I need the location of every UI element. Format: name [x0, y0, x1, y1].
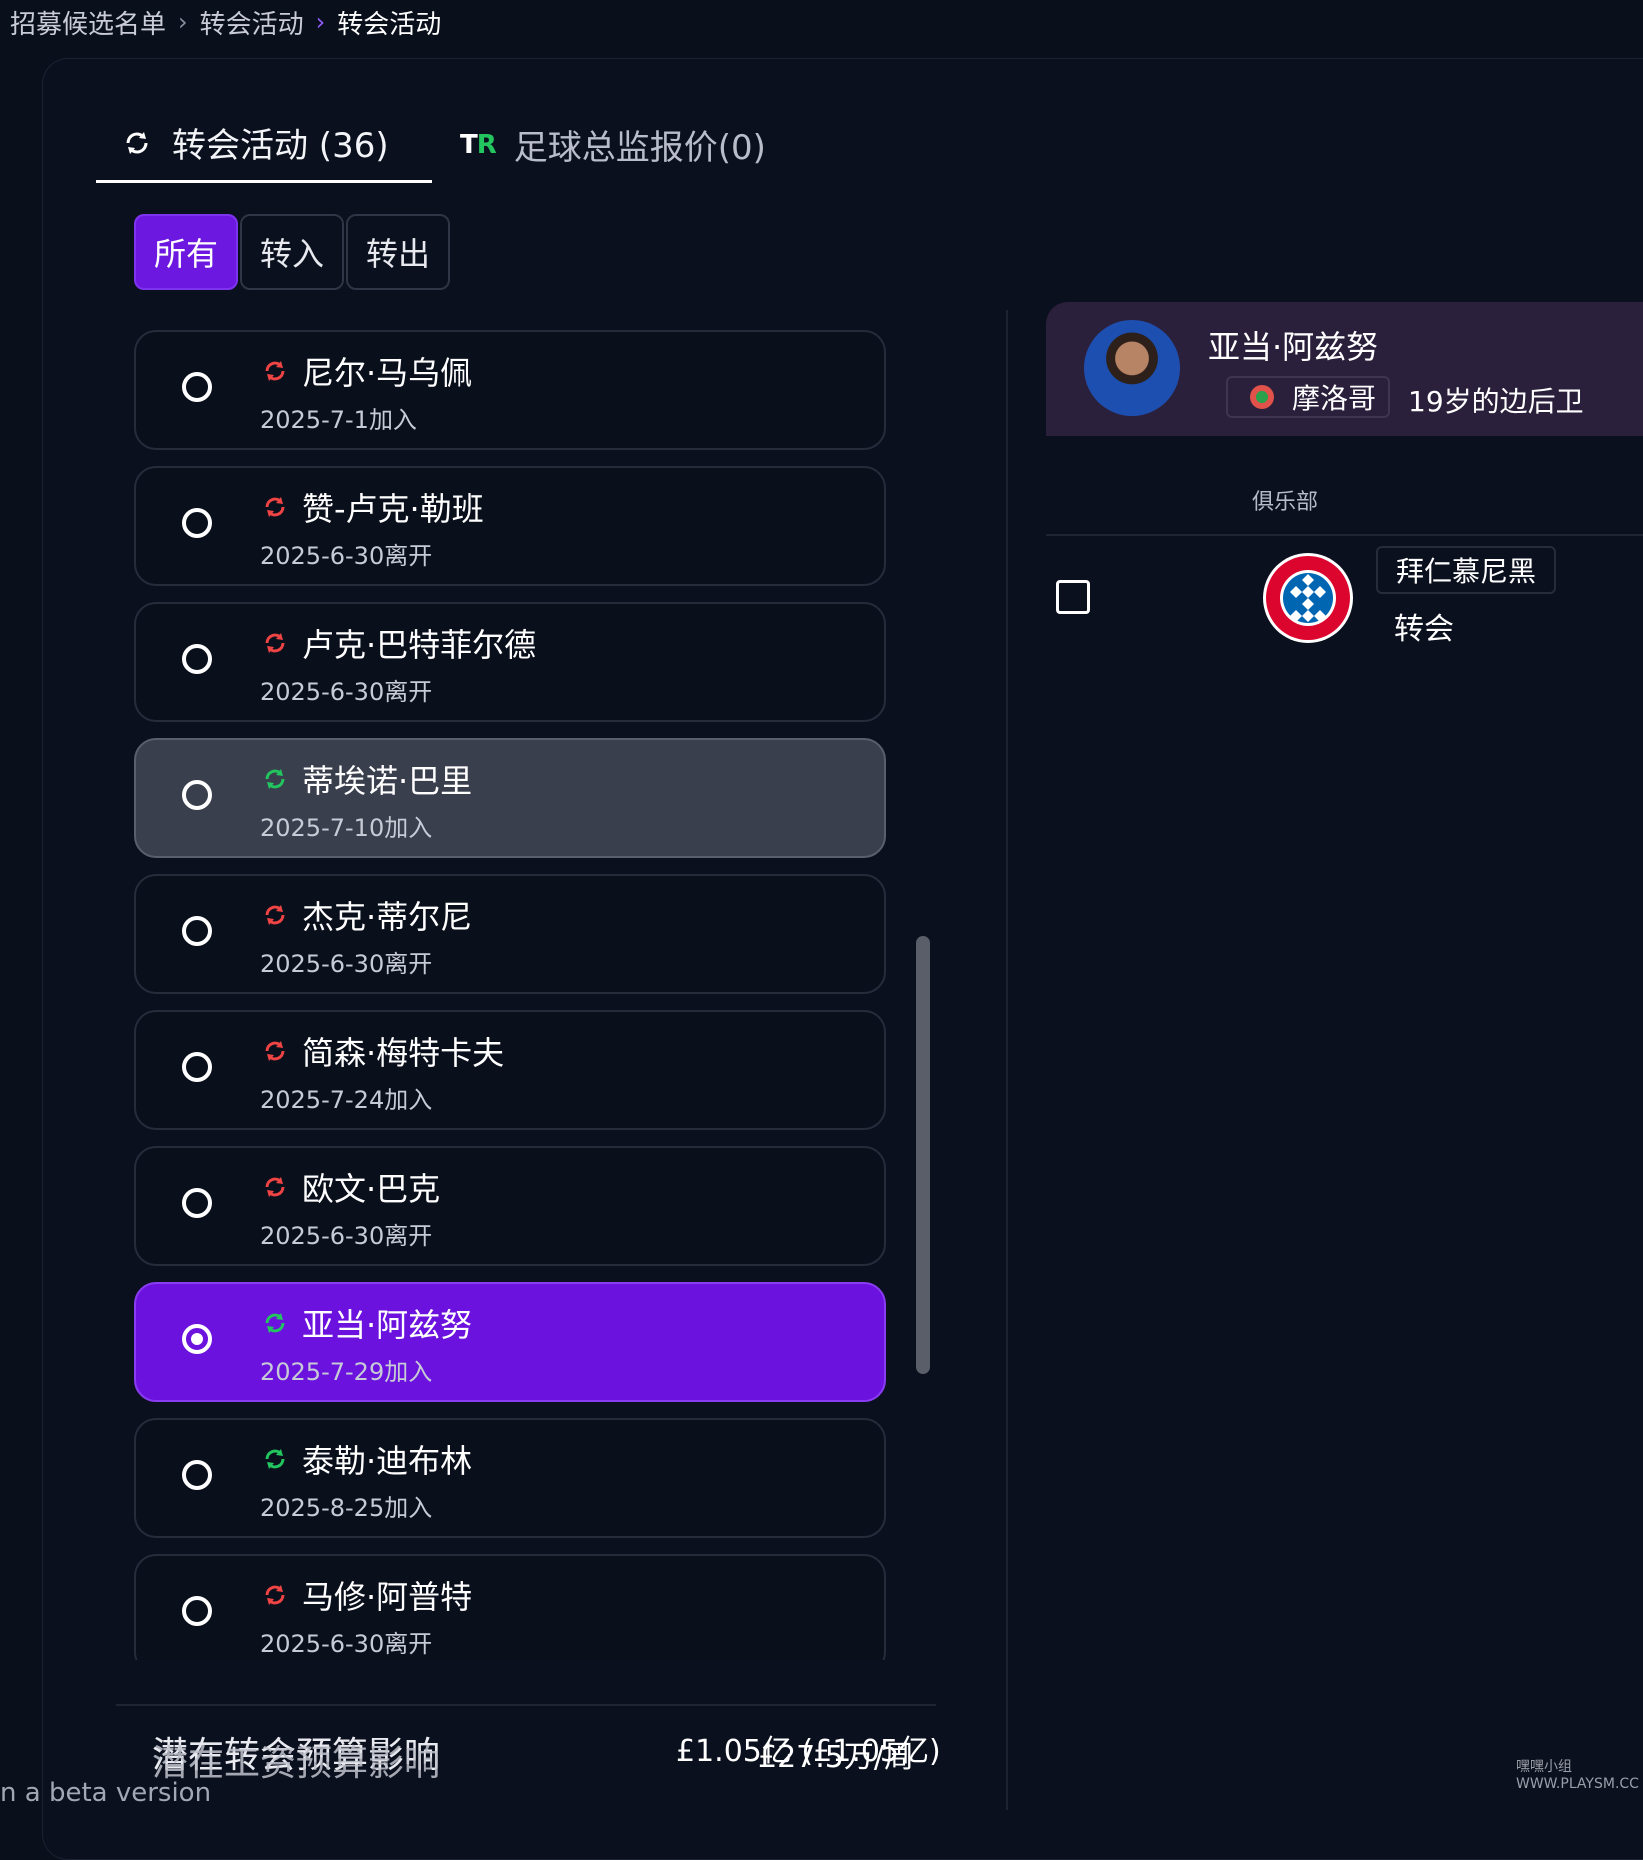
player-name: 亚当·阿兹努	[302, 1306, 473, 1344]
beta-notice: n a beta version	[0, 1778, 212, 1808]
transfer-icon	[265, 633, 285, 653]
club-header-divider	[1046, 534, 1643, 536]
radio-button[interactable]	[182, 644, 212, 674]
player-name: 泰勒·迪布林	[302, 1442, 473, 1480]
transfer-date: 2025-6-30离开	[260, 542, 433, 570]
radio-button[interactable]	[182, 1460, 212, 1490]
transfer-icon	[265, 1449, 285, 1469]
filter-in-button[interactable]: 转入	[240, 214, 344, 290]
transfer-date: 2025-6-30离开	[260, 950, 433, 978]
transfer-icon	[265, 1313, 285, 1333]
bayern-munich-logo-icon	[1263, 553, 1353, 643]
chevron-right-icon: ›	[178, 8, 188, 36]
tab-director-offers[interactable]: TR 足球总监报价(0)	[460, 120, 766, 169]
transfer-date: 2025-8-25加入	[260, 1494, 433, 1522]
player-name: 蒂埃诺·巴里	[302, 762, 473, 800]
transfer-date: 2025-6-30离开	[260, 1630, 433, 1658]
list-item[interactable]: 赞-卢克·勒班 2025-6-30离开	[134, 466, 886, 586]
nationality-label: 摩洛哥	[1292, 382, 1377, 415]
breadcrumb: 招募候选名单 › 转会活动 › 转会活动	[10, 4, 441, 40]
list-item[interactable]: 亚当·阿兹努 2025-7-29加入	[134, 1282, 886, 1402]
club-checkbox[interactable]	[1056, 580, 1090, 614]
wage-budget-value: £27.5万/周	[758, 1740, 914, 1775]
transfer-icon	[265, 1585, 285, 1605]
list-item[interactable]: 泰勒·迪布林 2025-8-25加入	[134, 1418, 886, 1538]
club-column-header: 俱乐部	[1252, 490, 1319, 515]
player-description: 19岁的边后卫	[1408, 385, 1584, 418]
player-name: 杰克·蒂尔尼	[302, 898, 473, 936]
radio-button[interactable]	[182, 1188, 212, 1218]
list-item[interactable]: 蒂埃诺·巴里 2025-7-10加入	[134, 738, 886, 858]
active-tab-indicator	[96, 180, 432, 183]
club-transfer-status: 转会	[1394, 612, 1454, 647]
filter-out-button[interactable]: 转出	[346, 214, 450, 290]
footer-divider	[116, 1704, 936, 1706]
player-avatar	[1084, 320, 1180, 416]
tab-label: 转会活动 (36)	[172, 126, 389, 166]
filter-all-button[interactable]: 所有	[134, 214, 238, 290]
filter-segmented-control: 所有 转入 转出	[134, 214, 452, 290]
tab-transfer-activity[interactable]: 转会活动 (36)	[122, 118, 389, 167]
player-card-name[interactable]: 亚当·阿兹努	[1208, 322, 1378, 368]
tab-label: 足球总监报价(0)	[513, 128, 766, 168]
transfer-date: 2025-7-1加入	[260, 406, 417, 434]
transfer-date: 2025-7-29加入	[260, 1358, 433, 1386]
breadcrumb-item-candidates[interactable]: 招募候选名单	[10, 4, 166, 41]
refresh-icon	[126, 131, 148, 154]
club-name-tag[interactable]: 拜仁慕尼黑	[1376, 546, 1557, 594]
radio-button[interactable]	[182, 780, 212, 810]
morocco-flag-icon	[1250, 385, 1274, 409]
radio-button[interactable]	[182, 1324, 212, 1354]
breadcrumb-item-transfers[interactable]: 转会活动	[200, 4, 304, 41]
list-item[interactable]: 欧文·巴克 2025-6-30离开	[134, 1146, 886, 1266]
chevron-right-icon: ›	[315, 8, 326, 36]
list-item[interactable]: 杰克·蒂尔尼 2025-6-30离开	[134, 874, 886, 994]
transfer-date: 2025-6-30离开	[260, 678, 433, 706]
breadcrumb-current: 转会活动	[337, 9, 442, 40]
watermark: 嘿嘿小组 WWW.PLAYSM.CC	[1516, 1759, 1639, 1792]
player-name: 欧文·巴克	[302, 1170, 441, 1208]
transfer-icon	[265, 1177, 285, 1197]
transfer-date: 2025-7-10加入	[260, 814, 433, 842]
transfer-date: 2025-6-30离开	[260, 1222, 433, 1250]
radio-button[interactable]	[182, 508, 212, 538]
list-item[interactable]: 马修·阿普特 2025-6-30离开	[134, 1554, 886, 1660]
transfer-icon	[265, 769, 285, 789]
radio-button[interactable]	[182, 1596, 212, 1626]
panel-divider	[1006, 310, 1008, 1810]
transfer-list: 尼尔·马乌佩 2025-7-1加入 赞-卢克·勒班 2025-6-30离开 卢克…	[134, 330, 890, 1660]
player-name: 马修·阿普特	[302, 1578, 473, 1616]
list-item[interactable]: 卢克·巴特菲尔德 2025-6-30离开	[134, 602, 886, 722]
player-name: 简森·梅特卡夫	[302, 1034, 505, 1072]
transfer-icon	[265, 361, 285, 381]
radio-button[interactable]	[182, 916, 212, 946]
radio-button[interactable]	[182, 372, 212, 402]
tr-logo-icon: TR	[460, 129, 497, 160]
radio-button[interactable]	[182, 1052, 212, 1082]
transfer-icon	[265, 497, 285, 517]
player-name: 卢克·巴特菲尔德	[302, 626, 537, 664]
nationality-badge[interactable]: 摩洛哥	[1226, 376, 1390, 418]
player-name: 赞-卢克·勒班	[302, 490, 484, 528]
list-item[interactable]: 尼尔·马乌佩 2025-7-1加入	[134, 330, 886, 450]
transfer-date: 2025-7-24加入	[260, 1086, 433, 1114]
transfer-icon	[265, 905, 285, 925]
player-name: 尼尔·马乌佩	[302, 354, 473, 392]
list-item[interactable]: 简森·梅特卡夫 2025-7-24加入	[134, 1010, 886, 1130]
transfer-icon	[265, 1041, 285, 1061]
list-scrollbar[interactable]	[916, 936, 930, 1374]
